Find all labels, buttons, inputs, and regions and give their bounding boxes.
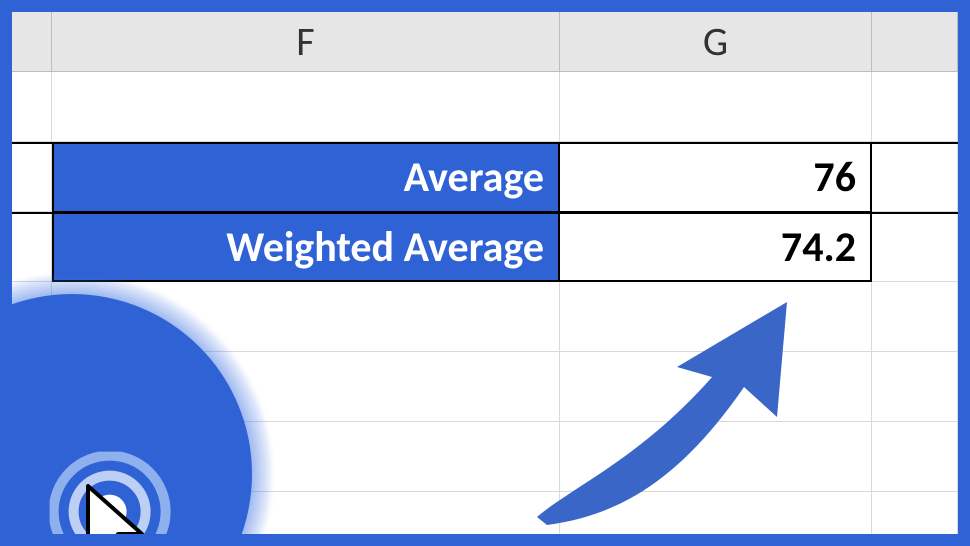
table-row: Weighted Average 74.2 xyxy=(12,212,958,282)
column-headers: F G xyxy=(12,12,958,72)
row-blank-top xyxy=(12,72,958,142)
cell[interactable] xyxy=(872,282,958,352)
value-weighted-average[interactable]: 74.2 xyxy=(560,214,872,282)
value-average[interactable]: 76 xyxy=(560,144,872,212)
cell[interactable] xyxy=(52,72,560,142)
cell[interactable] xyxy=(560,422,872,492)
cell[interactable] xyxy=(12,144,52,212)
logo-click-target xyxy=(12,274,272,534)
cell[interactable] xyxy=(872,422,958,492)
cell[interactable] xyxy=(560,492,872,534)
cell[interactable] xyxy=(872,492,958,534)
column-header-f[interactable]: F xyxy=(52,12,560,72)
cell[interactable] xyxy=(560,72,872,142)
cell[interactable] xyxy=(872,72,958,142)
table-row: Average 76 xyxy=(12,142,958,212)
cell[interactable] xyxy=(560,282,872,352)
cell[interactable] xyxy=(872,144,958,212)
cell[interactable] xyxy=(12,214,52,282)
column-header-e[interactable] xyxy=(12,12,52,72)
cursor-icon xyxy=(80,482,170,534)
cell[interactable] xyxy=(872,214,958,282)
label-average[interactable]: Average xyxy=(52,144,560,212)
cell[interactable] xyxy=(872,352,958,422)
spreadsheet-frame: F G Average 76 Weighted Average 74.2 xyxy=(12,12,958,534)
column-header-g[interactable]: G xyxy=(560,12,872,72)
column-header-h[interactable] xyxy=(872,12,958,72)
cell[interactable] xyxy=(12,72,52,142)
cell[interactable] xyxy=(560,352,872,422)
label-weighted-average[interactable]: Weighted Average xyxy=(52,214,560,282)
